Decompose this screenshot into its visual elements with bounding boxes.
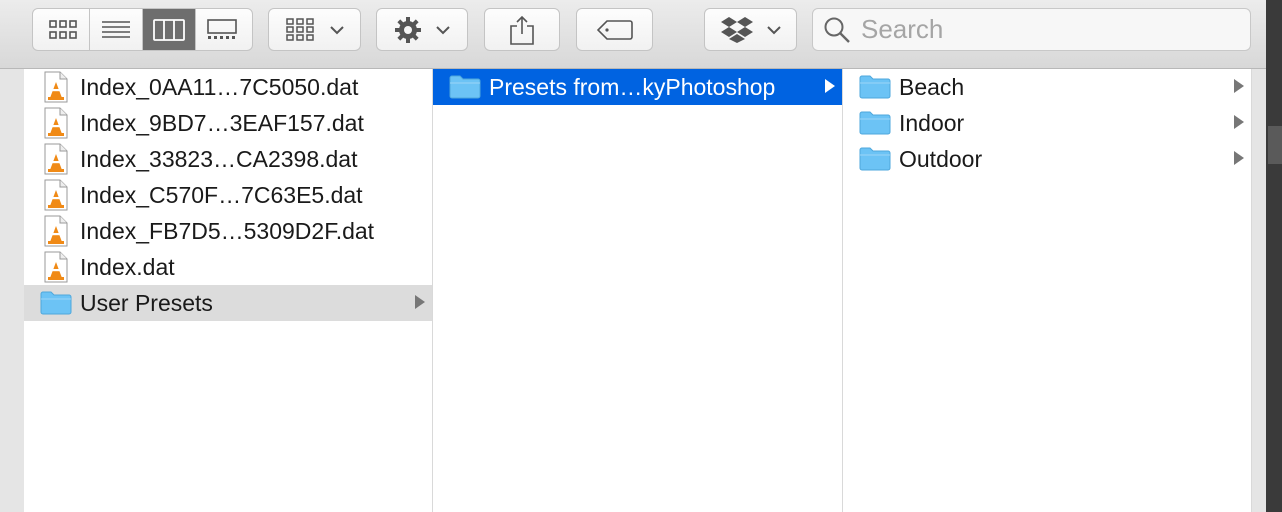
vlc-file-icon <box>44 143 68 175</box>
background-window-edge <box>1266 0 1282 512</box>
folder-icon <box>859 75 891 99</box>
folder-icon <box>445 71 485 103</box>
list-item[interactable]: Index_33823…CA2398.dat <box>24 141 432 177</box>
icon-grid-icon <box>48 19 77 39</box>
item-label: Index_FB7D5…5309D2F.dat <box>80 217 375 244</box>
gallery-view-button[interactable] <box>196 9 249 50</box>
vlc-file-icon <box>44 251 68 283</box>
column-view-button[interactable] <box>142 9 196 50</box>
vlc-file-icon <box>44 71 68 103</box>
list-item[interactable]: Index_9BD7…3EAF157.dat <box>24 105 432 141</box>
chevron-down-icon <box>436 25 450 34</box>
list-item[interactable]: Presets from…kyPhotoshop <box>433 69 842 105</box>
chevron-down-icon <box>766 25 781 34</box>
view-mode-segmented-control <box>32 8 253 51</box>
disclosure-arrow-icon <box>415 295 425 309</box>
item-label: Index_9BD7…3EAF157.dat <box>80 109 364 136</box>
list-item[interactable]: Index_C570F…7C63E5.dat <box>24 177 432 213</box>
folder-icon <box>40 291 72 315</box>
vlc-file-icon <box>36 215 76 247</box>
list-item[interactable]: Index_FB7D5…5309D2F.dat <box>24 213 432 249</box>
gear-icon <box>395 16 421 43</box>
item-label: Index_0AA11…7C5050.dat <box>80 73 359 100</box>
search-field[interactable] <box>812 8 1251 51</box>
disclosure-arrow-icon <box>1234 151 1244 165</box>
vlc-file-icon <box>36 179 76 211</box>
list-item[interactable]: Beach <box>843 69 1251 105</box>
item-label: Index_C570F…7C63E5.dat <box>80 181 363 208</box>
list-lines-icon <box>101 20 130 38</box>
toolbar <box>0 0 1282 69</box>
list-item[interactable]: Index_0AA11…7C5050.dat <box>24 69 432 105</box>
item-label: Beach <box>899 73 965 100</box>
item-label: Outdoor <box>899 145 983 172</box>
disclosure-arrow-icon <box>1234 79 1244 93</box>
tag-icon <box>596 19 633 40</box>
icon-view-button[interactable] <box>37 9 90 50</box>
list-item[interactable]: Index.dat <box>24 249 432 285</box>
vlc-file-icon <box>44 107 68 139</box>
vlc-file-icon <box>36 143 76 175</box>
item-label: User Presets <box>80 289 213 316</box>
item-label: Index.dat <box>80 253 175 280</box>
share-button[interactable] <box>484 8 560 51</box>
list-item[interactable]: Indoor <box>843 105 1251 141</box>
columns-icon <box>152 18 185 41</box>
column-1[interactable]: Index_0AA11…7C5050.dat Index_9BD7…3EAF157… <box>24 69 433 512</box>
list-item[interactable]: Outdoor <box>843 141 1251 177</box>
folder-icon <box>855 71 895 103</box>
dropbox-button[interactable] <box>704 8 797 51</box>
disclosure-arrow-icon <box>825 79 835 93</box>
dropbox-icon <box>720 16 753 43</box>
group-by-button[interactable] <box>268 8 361 51</box>
folder-icon <box>855 143 895 175</box>
column-browser: Index_0AA11…7C5050.dat Index_9BD7…3EAF157… <box>24 69 1252 512</box>
list-item[interactable]: User Presets <box>24 285 432 321</box>
gallery-icon <box>207 18 237 39</box>
vlc-file-icon <box>36 107 76 139</box>
search-input[interactable] <box>859 13 1243 46</box>
share-icon <box>510 15 534 45</box>
folder-icon <box>855 107 895 139</box>
item-label: Index_33823…CA2398.dat <box>80 145 358 172</box>
group-grid-icon <box>285 17 314 41</box>
vlc-file-icon <box>36 251 76 283</box>
vlc-file-icon <box>44 215 68 247</box>
edit-tags-button[interactable] <box>576 8 653 51</box>
folder-icon <box>449 75 481 99</box>
search-icon <box>824 17 850 43</box>
column-3[interactable]: Beach Indoor Outdoor <box>843 69 1252 512</box>
chevron-down-icon <box>329 25 344 34</box>
action-menu-button[interactable] <box>376 8 468 51</box>
disclosure-arrow-icon <box>1234 115 1244 129</box>
item-label: Presets from…kyPhotoshop <box>489 73 776 100</box>
list-view-button[interactable] <box>90 9 143 50</box>
column-2[interactable]: Presets from…kyPhotoshop <box>433 69 843 512</box>
folder-icon <box>859 111 891 135</box>
vlc-file-icon <box>44 179 68 211</box>
folder-icon <box>859 147 891 171</box>
vlc-file-icon <box>36 71 76 103</box>
folder-icon <box>36 287 76 319</box>
item-label: Indoor <box>899 109 965 136</box>
